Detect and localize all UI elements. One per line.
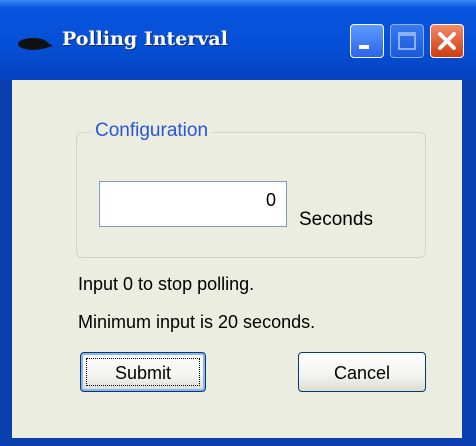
submit-button-label: Submit bbox=[114, 362, 172, 383]
maximize-icon bbox=[398, 32, 416, 50]
submit-button[interactable]: Submit bbox=[80, 352, 206, 392]
polling-interval-window: Polling Interval Configuration Seconds I… bbox=[0, 0, 476, 446]
app-icon bbox=[18, 38, 53, 50]
cancel-button-label: Cancel bbox=[333, 362, 391, 383]
close-icon bbox=[438, 32, 456, 50]
minimum-input-hint: Minimum input is 20 seconds. bbox=[78, 312, 316, 332]
close-button[interactable] bbox=[430, 24, 464, 58]
configuration-group: Configuration Seconds bbox=[76, 120, 426, 258]
configuration-legend: Configuration bbox=[91, 120, 213, 142]
stop-polling-hint: Input 0 to stop polling. bbox=[78, 274, 255, 294]
minimize-icon bbox=[359, 45, 369, 49]
dialog-body: Configuration Seconds Input 0 to stop po… bbox=[12, 80, 462, 438]
window-title: Polling Interval bbox=[62, 28, 228, 50]
minimize-button[interactable] bbox=[350, 24, 384, 58]
cancel-button[interactable]: Cancel bbox=[298, 352, 426, 392]
seconds-label: Seconds bbox=[299, 209, 373, 230]
polling-interval-input[interactable] bbox=[99, 181, 287, 227]
title-bar[interactable]: Polling Interval bbox=[0, 0, 476, 80]
maximize-button bbox=[390, 24, 424, 58]
